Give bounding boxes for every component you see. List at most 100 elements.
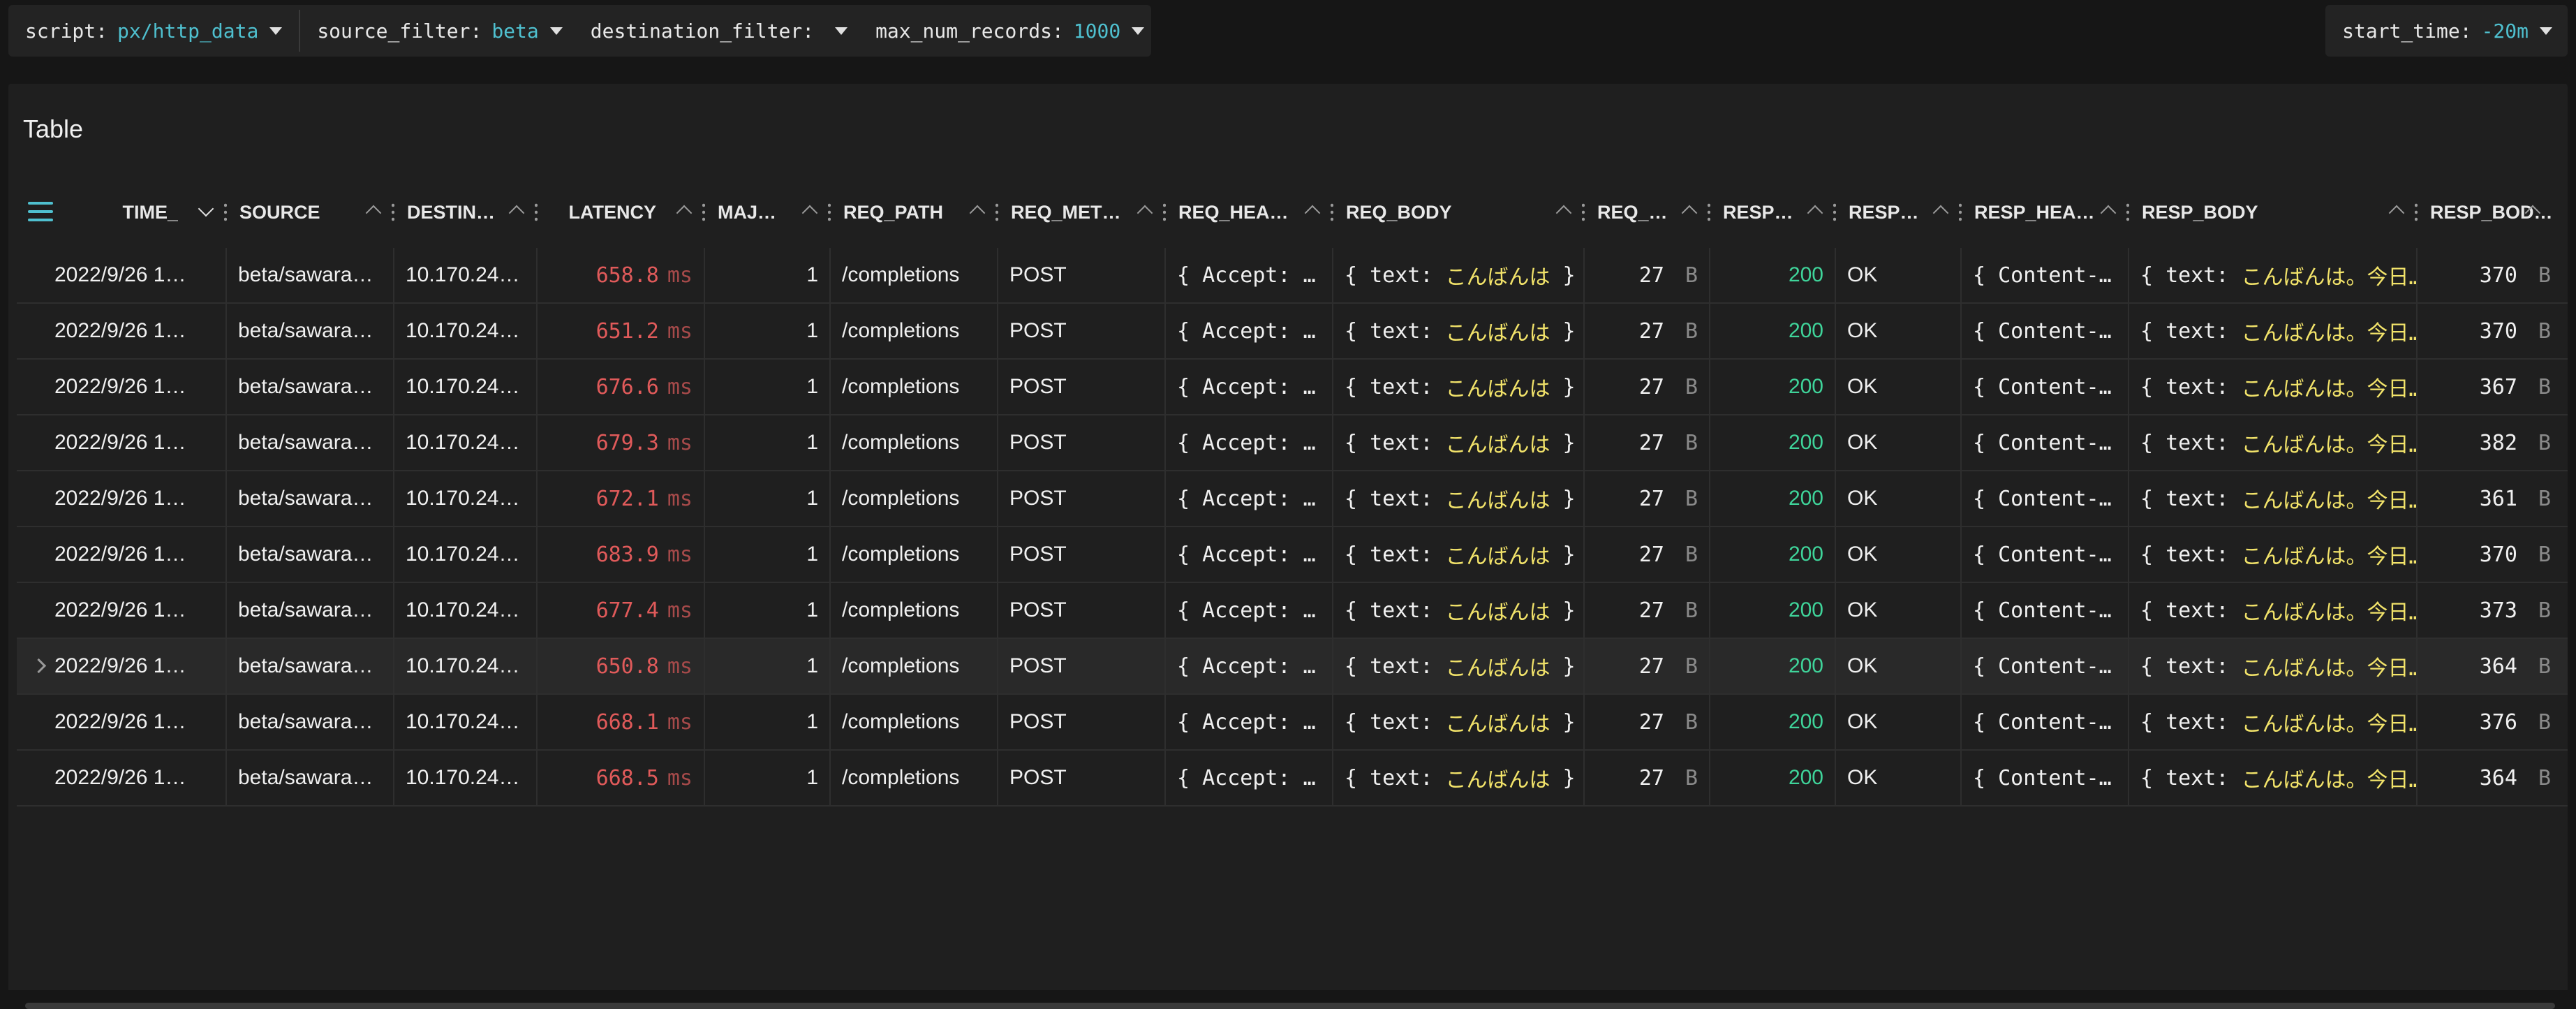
- resp-headers-value: { Content-…: [1973, 654, 2112, 679]
- column-header-resp-status[interactable]: RESP…: [1710, 177, 1836, 248]
- horizontal-scrollbar[interactable]: [25, 1003, 2555, 1009]
- latency-value: 679.3 ms: [596, 431, 693, 455]
- table-row[interactable]: 2022/9/26 1… beta/sawara… 10.170.24… 672.1 m…: [17, 471, 2568, 527]
- resp-size-value: 370: [2479, 318, 2517, 344]
- latency-unit: ms: [667, 542, 693, 567]
- sort-icon[interactable]: [676, 205, 693, 221]
- req-body-prefix: { text:: [1345, 430, 1446, 455]
- column-header-time[interactable]: TIME_: [17, 177, 227, 248]
- req-body-text: こんばんは: [1445, 489, 1550, 513]
- cell-destination: 10.170.24…: [394, 695, 538, 749]
- latency-unit: ms: [667, 598, 693, 623]
- column-header-req-size[interactable]: REQ_…: [1585, 177, 1710, 248]
- cell-req-size: 27 B: [1585, 695, 1710, 749]
- cell-time: 2022/9/26 1…: [17, 583, 227, 638]
- sort-icon[interactable]: [1932, 205, 1949, 221]
- sort-icon[interactable]: [969, 205, 986, 221]
- column-header-req-headers[interactable]: REQ_HEA…: [1166, 177, 1333, 248]
- time-value: 2022/9/26 1…: [54, 543, 186, 566]
- resp-message-value: OK: [1847, 766, 1878, 789]
- resp-body-prefix: { text:: [2140, 598, 2242, 623]
- req-headers-value: { Accept: …: [1177, 765, 1316, 790]
- cell-req-path: /completions: [831, 695, 998, 749]
- latency-unit: ms: [667, 374, 693, 399]
- column-header-resp-message[interactable]: RESP…: [1836, 177, 1962, 248]
- start-time-key: start_time:: [2342, 19, 2472, 43]
- cell-latency: 651.2 ms: [538, 304, 705, 358]
- resp-headers-value: { Content-…: [1973, 598, 2112, 623]
- cell-req-method: POST: [998, 471, 1166, 526]
- resp-body-prefix: { text:: [2140, 318, 2242, 344]
- req-body-suffix: }: [1550, 263, 1576, 288]
- destination-value: 10.170.24…: [406, 543, 520, 566]
- column-header-label: RESP…: [1723, 201, 1793, 223]
- column-header-req-path[interactable]: REQ_PATH: [831, 177, 998, 248]
- cell-major: 1: [705, 527, 831, 582]
- major-version-value: 1: [806, 375, 818, 398]
- column-header-label: DESTIN…: [407, 201, 496, 223]
- resp-headers-value: { Content-…: [1973, 318, 2112, 344]
- table-row[interactable]: 2022/9/26 1… beta/sawara… 10.170.24… 677.4 m…: [17, 583, 2568, 639]
- latency-value: 683.9 ms: [596, 543, 693, 567]
- source-filter-selector[interactable]: source_filter: beta: [317, 5, 563, 57]
- cell-resp-body-size: 370 B: [2418, 304, 2554, 358]
- sort-icon[interactable]: [508, 205, 525, 221]
- cell-destination: 10.170.24…: [394, 360, 538, 414]
- table-row[interactable]: 2022/9/26 1… beta/sawara… 10.170.24… 676.6 m…: [17, 360, 2568, 415]
- column-header-req-method[interactable]: REQ_MET…: [998, 177, 1166, 248]
- sort-icon[interactable]: [1807, 205, 1823, 221]
- req-path-value: /completions: [842, 654, 960, 677]
- table-row[interactable]: 2022/9/26 1… beta/sawara… 10.170.24… 650.8 m…: [17, 639, 2568, 695]
- sort-icon[interactable]: [365, 205, 382, 221]
- sort-desc-icon[interactable]: [198, 200, 214, 217]
- resp-body-prefix: { text:: [2140, 765, 2242, 790]
- variables-toolbar: script: px/http_data source_filter: beta…: [8, 5, 1152, 57]
- column-header-major[interactable]: MAJ…: [705, 177, 831, 248]
- resp-body-text: こんばんは。今日…: [2241, 489, 2418, 513]
- column-header-req-body[interactable]: REQ_BODY: [1333, 177, 1585, 248]
- sort-icon[interactable]: [1681, 205, 1698, 221]
- max-num-records-selector[interactable]: max_num_records: 1000: [875, 5, 1145, 57]
- data-table: TIME_ SOURCE DESTIN… LATENCY MAJ… REQ_PATH REQ…: [17, 177, 2568, 807]
- table-row[interactable]: 2022/9/26 1… beta/sawara… 10.170.24… 668.1 m…: [17, 695, 2568, 751]
- latency-unit: ms: [667, 654, 693, 679]
- source-filter-key: source_filter:: [317, 19, 482, 43]
- column-header-destination[interactable]: DESTIN…: [394, 177, 538, 248]
- table-row[interactable]: 2022/9/26 1… beta/sawara… 10.170.24… 651.2 m…: [17, 304, 2568, 360]
- destination-filter-selector[interactable]: destination_filter:: [591, 5, 848, 57]
- resp-size-unit: B: [2538, 598, 2551, 623]
- table-row[interactable]: 2022/9/26 1… beta/sawara… 10.170.24… 683.9 m…: [17, 527, 2568, 583]
- time-value: 2022/9/26 1…: [54, 319, 186, 342]
- table-row[interactable]: 2022/9/26 1… beta/sawara… 10.170.24… 658.8 m…: [17, 248, 2568, 304]
- chevron-right-icon[interactable]: [31, 658, 47, 674]
- column-header-resp-body-size[interactable]: RESP_BOD…: [2418, 177, 2554, 248]
- cell-req-path: /completions: [831, 360, 998, 414]
- cell-major: 1: [705, 583, 831, 638]
- sort-icon[interactable]: [2388, 205, 2405, 221]
- cell-resp-body: { text: こんばんは。今日…: [2129, 360, 2418, 414]
- cell-req-headers: { Accept: …: [1166, 248, 1333, 302]
- req-body-suffix: }: [1550, 598, 1576, 623]
- sort-icon[interactable]: [1555, 205, 1572, 221]
- column-header-latency[interactable]: LATENCY: [538, 177, 705, 248]
- latency-value: 676.6 ms: [596, 375, 693, 399]
- column-header-resp-headers[interactable]: RESP_HEA…: [1962, 177, 2129, 248]
- cell-req-body: { text: こんばんは }: [1333, 583, 1585, 638]
- req-body-prefix: { text:: [1345, 318, 1446, 344]
- table-row[interactable]: 2022/9/26 1… beta/sawara… 10.170.24… 679.3 m…: [17, 415, 2568, 471]
- start-time-selector[interactable]: start_time: -20m: [2342, 5, 2552, 57]
- table-row[interactable]: 2022/9/26 1… beta/sawara… 10.170.24… 668.5 m…: [17, 751, 2568, 807]
- cell-resp-body: { text: こんばんは。今日…: [2129, 527, 2418, 582]
- sort-icon[interactable]: [1304, 205, 1321, 221]
- sort-icon[interactable]: [1137, 205, 1153, 221]
- major-version-value: 1: [806, 654, 818, 677]
- sort-icon[interactable]: [2100, 205, 2117, 221]
- column-header-source[interactable]: SOURCE: [227, 177, 394, 248]
- req-headers-value: { Accept: …: [1177, 374, 1316, 399]
- sort-icon[interactable]: [801, 205, 818, 221]
- cell-source: beta/sawara…: [227, 583, 394, 638]
- column-header-resp-body[interactable]: RESP_BODY: [2129, 177, 2418, 248]
- script-selector[interactable]: script: px/http_data: [25, 5, 283, 57]
- latency-value: 658.8 ms: [596, 263, 693, 288]
- destination-value: 10.170.24…: [406, 263, 520, 286]
